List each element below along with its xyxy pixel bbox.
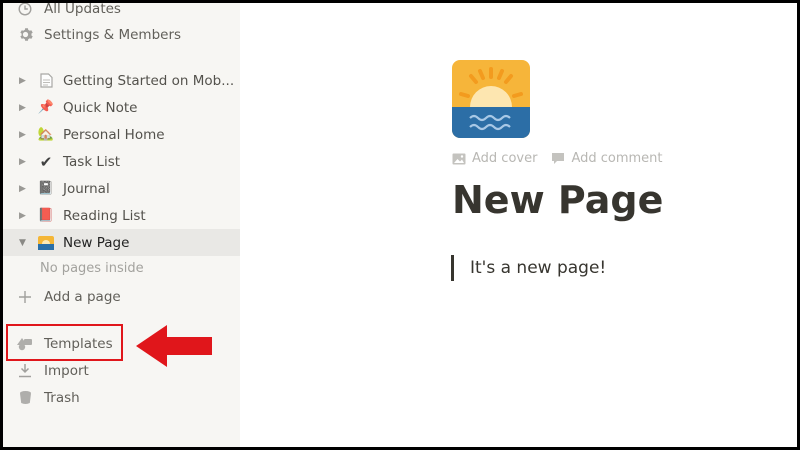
plus-icon: [16, 288, 34, 306]
no-pages-text: No pages inside: [40, 261, 144, 276]
sidebar-item-trash[interactable]: Trash: [3, 384, 253, 411]
sidebar-item-label: Import: [44, 362, 89, 379]
add-comment-button[interactable]: Add comment: [551, 151, 663, 166]
sidebar-page-label: New Page: [63, 234, 130, 251]
image-icon: [452, 153, 466, 164]
page-icon: [37, 72, 55, 90]
sidebar-item-label: Settings & Members: [44, 26, 182, 43]
expand-triangle-icon[interactable]: ▶: [19, 157, 33, 167]
red-arrow-icon: [136, 325, 212, 367]
sunrise-icon: [37, 234, 55, 252]
expand-triangle-icon[interactable]: ▶: [19, 211, 33, 221]
sidebar-item-label: Trash: [44, 389, 80, 406]
expand-triangle-icon[interactable]: ▶: [19, 130, 33, 140]
page-actions: Add cover Add comment: [452, 151, 663, 166]
expand-triangle-icon[interactable]: ▶: [19, 103, 33, 113]
sidebar-item-label: All Updates: [44, 3, 121, 17]
sidebar-page-personal-home[interactable]: ▶ 🏡 Personal Home: [3, 121, 240, 148]
sidebar-page-label: Journal: [63, 180, 110, 197]
add-comment-label: Add comment: [571, 151, 663, 166]
expand-triangle-icon[interactable]: ▶: [19, 184, 33, 194]
add-cover-button[interactable]: Add cover: [452, 151, 537, 166]
sidebar-item-import[interactable]: Import: [3, 357, 253, 384]
sidebar-page-label: Quick Note: [63, 99, 138, 116]
templates-highlight-box: [6, 324, 123, 361]
add-cover-label: Add cover: [472, 151, 538, 166]
app-window: All Updates Settings & Members ▶ Getting…: [3, 3, 797, 447]
trash-icon: [16, 389, 34, 407]
sidebar-page-label: Task List: [63, 153, 121, 170]
comment-icon: [552, 153, 565, 164]
pushpin-icon: 📌: [37, 100, 55, 115]
gear-icon: [16, 26, 34, 44]
add-page-label: Add a page: [44, 288, 121, 305]
clock-icon: [16, 3, 34, 18]
expand-triangle-icon[interactable]: ▶: [19, 76, 33, 86]
sidebar-page-journal[interactable]: ▶ 📓 Journal: [3, 175, 240, 202]
sidebar-page-getting-started[interactable]: ▶ Getting Started on Mob...: [3, 67, 240, 94]
sidebar-page-label: Getting Started on Mob...: [63, 72, 235, 89]
sidebar-item-all-updates[interactable]: All Updates: [3, 3, 253, 22]
sidebar-page-new-page[interactable]: ▼ New Page: [3, 229, 240, 256]
collapse-triangle-icon[interactable]: ▼: [19, 238, 33, 248]
house-icon: 🏡: [37, 127, 55, 142]
sidebar-page-label: Personal Home: [63, 126, 165, 143]
checkmark-icon: ✔: [39, 152, 53, 171]
quote-block[interactable]: It's a new page!: [451, 255, 606, 281]
book-icon: 📕: [37, 208, 55, 223]
sidebar-page-label: Reading List: [63, 207, 146, 224]
import-icon: [16, 362, 34, 380]
add-page-button[interactable]: Add a page: [3, 283, 253, 310]
page-title[interactable]: New Page: [452, 178, 663, 222]
sidebar-page-quick-note[interactable]: ▶ 📌 Quick Note: [3, 94, 240, 121]
notebook-icon: 📓: [37, 181, 55, 196]
sidebar: All Updates Settings & Members ▶ Getting…: [3, 3, 240, 447]
sidebar-page-reading-list[interactable]: ▶ 📕 Reading List: [3, 202, 240, 229]
page-content: Add cover Add comment New Page It's a ne…: [240, 3, 797, 447]
sidebar-page-task-list[interactable]: ▶ ✔ Task List: [3, 148, 240, 175]
sidebar-item-settings[interactable]: Settings & Members: [3, 21, 253, 48]
page-emoji-icon[interactable]: [452, 60, 530, 138]
